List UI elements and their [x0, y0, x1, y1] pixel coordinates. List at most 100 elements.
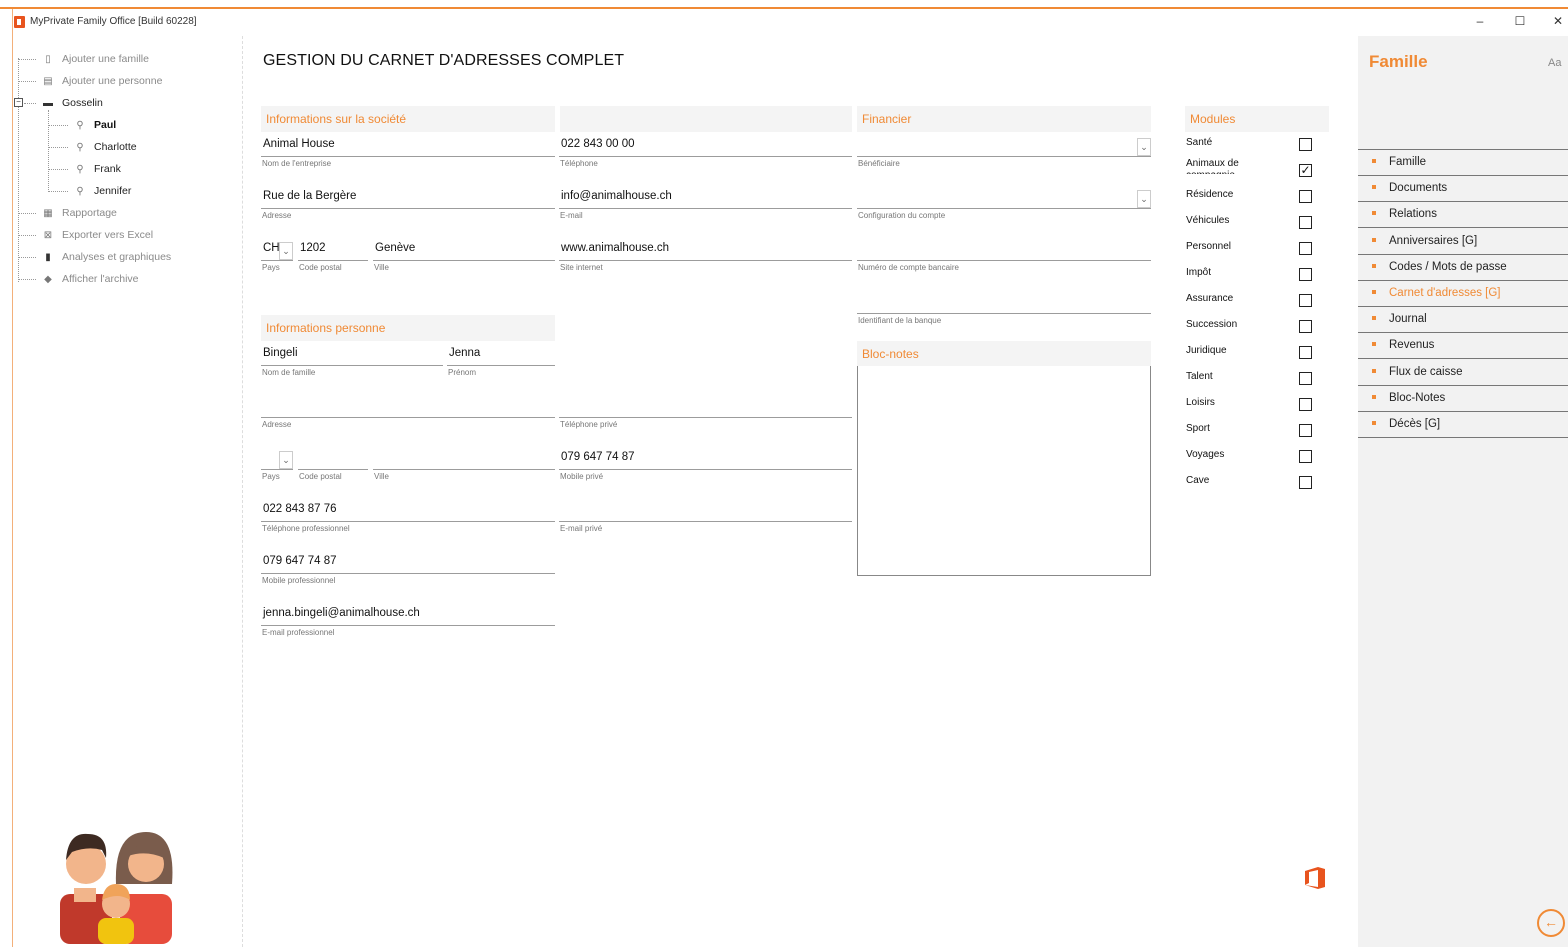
company-city-field[interactable]: Genève Ville [373, 242, 555, 274]
person-section-header: Informations personne [261, 315, 555, 341]
module-checkbox[interactable] [1299, 398, 1312, 411]
title-bar [0, 9, 1568, 34]
beneficiary-select[interactable]: ⌄ Bénéficiaire [857, 138, 1151, 170]
right-panel-item[interactable]: Revenus [1358, 333, 1568, 360]
person-city-field[interactable]: Ville [373, 451, 555, 483]
tree-family-gosselin[interactable]: ▬ Gosselin [42, 93, 103, 113]
right-panel-item[interactable]: Codes / Mots de passe [1358, 255, 1568, 281]
work-email-field[interactable]: jenna.bingeli@animalhouse.ch E-mail prof… [261, 607, 555, 639]
modules-section-header: Modules [1185, 106, 1329, 132]
tree-member-jennifer[interactable]: ⚲ Jennifer [74, 181, 131, 201]
private-mobile-field[interactable]: 079 647 74 87 Mobile privé [559, 451, 852, 483]
person-icon: ⚲ [76, 141, 84, 153]
tree-export-excel[interactable]: ⊠ Exporter vers Excel [42, 225, 153, 245]
company-name-field[interactable]: Animal House Nom de l'entreprise [261, 138, 555, 170]
module-checkbox[interactable] [1299, 476, 1312, 489]
collapse-family-toggle[interactable]: − [14, 98, 23, 107]
tree-analyses[interactable]: ▮ Analyses et graphiques [42, 247, 171, 267]
company-zip-field[interactable]: 1202 Code postal [298, 242, 368, 274]
module-name: Voyages [1186, 449, 1225, 460]
account-config-select[interactable]: ⌄ Configuration du compte [857, 190, 1151, 222]
right-panel-item-label: Carnet d'adresses [G] [1389, 287, 1501, 299]
tree-reporting[interactable]: ▦ Rapportage [42, 203, 117, 223]
right-panel-item[interactable]: Relations [1358, 202, 1568, 229]
tree-member-frank[interactable]: ⚲ Frank [74, 159, 121, 179]
right-panel-item[interactable]: Anniversaires [G] [1358, 229, 1568, 255]
lastname-field[interactable]: Bingeli Nom de famille [261, 347, 443, 379]
work-phone-field[interactable]: 022 843 87 76 Téléphone professionnel [261, 503, 555, 535]
module-row: Véhicules [1186, 215, 1316, 235]
bar-chart-icon: ▮ [45, 251, 51, 263]
module-name: Animaux de compagnie [1186, 158, 1239, 174]
firstname-field[interactable]: Jenna Prénom [447, 347, 555, 379]
module-row: Animaux de compagnie ✓ [1186, 158, 1316, 183]
right-panel-item[interactable]: Famille [1358, 150, 1568, 176]
sidebar-divider [242, 36, 243, 947]
bullet-icon [1372, 185, 1376, 190]
bank-id-field[interactable]: Identifiant de la banque [857, 295, 1151, 327]
person-country-select[interactable]: ⌄ Pays [261, 451, 293, 483]
private-phone-field[interactable]: Téléphone privé [559, 399, 852, 431]
office-icon[interactable] [1304, 866, 1326, 890]
company-address-field[interactable]: Rue de la Bergère Adresse [261, 190, 555, 222]
module-checkbox[interactable] [1299, 294, 1312, 307]
right-panel-item[interactable]: Documents [1358, 176, 1568, 203]
module-name: Résidence [1186, 189, 1234, 200]
module-checkbox[interactable] [1299, 346, 1312, 359]
bullet-icon [1372, 368, 1376, 373]
chevron-down-icon: ⌄ [279, 242, 293, 260]
right-panel-item-label: Flux de caisse [1389, 365, 1463, 378]
person-card-icon: ▤ [43, 75, 53, 87]
tree-member-charlotte[interactable]: ⚲ Charlotte [74, 137, 136, 157]
company-email-field[interactable]: info@animalhouse.ch E-mail [559, 190, 852, 222]
company-section-header: Informations sur la société [261, 106, 555, 132]
private-email-field[interactable]: E-mail privé [559, 503, 852, 535]
right-panel-item[interactable]: Décès [G] [1358, 412, 1568, 438]
right-panel: Famille Aa Famille Documents Relations Anni… [1358, 36, 1568, 947]
module-name: Personnel [1186, 241, 1232, 252]
module-name: Succession [1186, 319, 1238, 330]
right-panel-item[interactable]: Journal [1358, 307, 1568, 334]
module-checkbox[interactable] [1299, 190, 1312, 203]
company-phone-field[interactable]: 022 843 00 00 Téléphone [559, 138, 852, 170]
right-panel-item[interactable]: Bloc-Notes [1358, 386, 1568, 412]
maximize-button[interactable]: ☐ [1510, 12, 1530, 30]
tree-add-person[interactable]: ▤ Ajouter une personne [42, 71, 162, 91]
module-checkbox[interactable] [1299, 242, 1312, 255]
module-checkbox[interactable] [1299, 450, 1312, 463]
window-left-border [12, 9, 13, 947]
excel-icon: ⊠ [43, 229, 53, 241]
back-arrow-icon[interactable]: ← [1537, 909, 1565, 937]
app-logo-icon [14, 16, 25, 28]
tree-add-family[interactable]: ▯ Ajouter une famille [42, 49, 149, 69]
tree-member-paul[interactable]: ⚲ Paul [74, 115, 116, 135]
font-size-toggle[interactable]: Aa [1548, 57, 1561, 69]
module-checkbox[interactable] [1299, 216, 1312, 229]
close-button[interactable]: ✕ [1548, 12, 1568, 30]
company-website-field[interactable]: www.animalhouse.ch Site internet [559, 242, 852, 274]
module-checkbox[interactable]: ✓ [1299, 164, 1312, 177]
bullet-icon [1372, 237, 1376, 242]
module-checkbox[interactable] [1299, 138, 1312, 151]
module-row: Résidence [1186, 189, 1316, 209]
right-panel-item[interactable]: Carnet d'adresses [G] [1358, 281, 1568, 307]
person-address-field[interactable]: Adresse [261, 399, 555, 431]
tree-archive[interactable]: ◆ Afficher l'archive [42, 269, 138, 289]
notes-textarea[interactable] [857, 366, 1151, 576]
right-panel-item-label: Codes / Mots de passe [1389, 260, 1507, 273]
module-row: Santé [1186, 137, 1316, 157]
work-mobile-field[interactable]: 079 647 74 87 Mobile professionnel [261, 555, 555, 587]
bullet-icon [1372, 211, 1376, 216]
minimize-button[interactable]: – [1470, 12, 1490, 30]
module-checkbox[interactable] [1299, 268, 1312, 281]
bank-account-field[interactable]: Numéro de compte bancaire [857, 242, 1151, 274]
bullet-icon [1372, 394, 1376, 399]
right-panel-item-label: Bloc-Notes [1389, 391, 1446, 404]
company-country-select[interactable]: CH ⌄ Pays [261, 242, 293, 274]
module-checkbox[interactable] [1299, 424, 1312, 437]
module-checkbox[interactable] [1299, 320, 1312, 333]
person-zip-field[interactable]: Code postal [298, 451, 368, 483]
right-panel-item[interactable]: Flux de caisse [1358, 360, 1568, 386]
module-checkbox[interactable] [1299, 372, 1312, 385]
archive-icon: ◆ [44, 273, 52, 285]
